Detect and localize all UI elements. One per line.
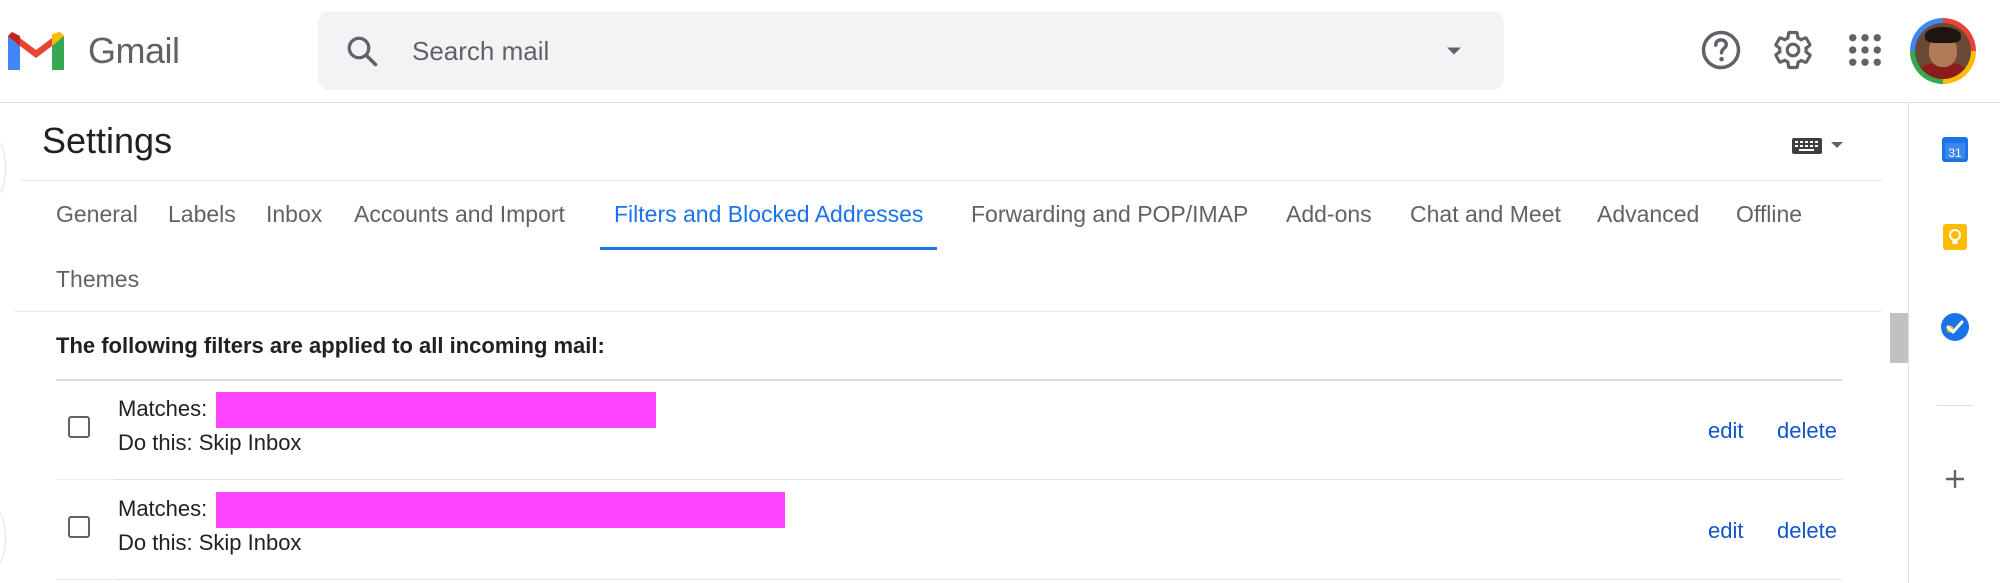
input-tools-keyboard-icon[interactable] [1790, 132, 1850, 160]
help-icon[interactable] [1700, 29, 1742, 71]
account-avatar[interactable] [1910, 18, 1976, 84]
filter-matches-label: Matches: [118, 396, 208, 421]
edit-filter-link[interactable]: edit [1708, 418, 1743, 444]
svg-text:31: 31 [1948, 146, 1962, 160]
redacted-criteria [216, 392, 656, 428]
tab-themes[interactable]: Themes [42, 249, 153, 309]
scrollbar[interactable] [1890, 313, 1908, 363]
side-panel: 31 [1908, 103, 2000, 583]
left-edge-decoration [0, 510, 6, 566]
filter-checkbox[interactable] [68, 416, 90, 438]
filters-heading: The following filters are applied to all… [56, 333, 605, 358]
tab-chat-and-meet[interactable]: Chat and Meet [1396, 184, 1575, 244]
edit-filter-link[interactable]: edit [1708, 518, 1743, 544]
gear-icon[interactable] [1772, 29, 1814, 71]
tab-labels[interactable]: Labels [154, 184, 250, 244]
add-icon[interactable] [1939, 463, 1971, 495]
filter-matches-label: Matches: [118, 496, 208, 521]
redacted-criteria [216, 492, 785, 528]
divider [116, 479, 1842, 480]
tab-general[interactable]: General [42, 184, 152, 244]
divider [56, 379, 1842, 381]
divider [14, 311, 1882, 312]
calendar-icon[interactable]: 31 [1939, 133, 1971, 165]
filter-action: Do this: Skip Inbox [118, 430, 302, 455]
filter-row: Matches: Do this: Skip Inbox edit delete [56, 482, 1842, 580]
tab-offline[interactable]: Offline [1722, 184, 1816, 244]
divider [1937, 405, 1973, 406]
settings-tabs: General Labels Inbox Accounts and Import… [42, 184, 1882, 312]
search-bar[interactable] [318, 11, 1504, 90]
avatar-photo [1915, 23, 1971, 79]
tab-accounts-and-import[interactable]: Accounts and Import [340, 184, 579, 244]
search-options-dropdown-icon[interactable] [1440, 37, 1468, 65]
tab-inbox[interactable]: Inbox [252, 184, 336, 244]
apps-grid-icon[interactable] [1844, 29, 1886, 71]
filter-checkbox[interactable] [68, 516, 90, 538]
filter-action: Do this: Skip Inbox [118, 530, 302, 555]
page-title: Settings [42, 120, 173, 161]
divider [20, 180, 1882, 181]
keep-icon[interactable] [1939, 221, 1971, 253]
tasks-icon[interactable] [1939, 311, 1971, 343]
tab-advanced[interactable]: Advanced [1583, 184, 1713, 244]
divider [116, 579, 1842, 580]
tab-forwarding-and-pop-imap[interactable]: Forwarding and POP/IMAP [957, 184, 1262, 244]
delete-filter-link[interactable]: delete [1777, 418, 1837, 444]
delete-filter-link[interactable]: delete [1777, 518, 1837, 544]
gmail-logo-icon[interactable] [4, 26, 68, 74]
search-icon[interactable] [344, 33, 380, 69]
tab-add-ons[interactable]: Add-ons [1272, 184, 1386, 244]
app-name[interactable]: Gmail [88, 30, 180, 72]
tab-filters-and-blocked-addresses[interactable]: Filters and Blocked Addresses [600, 184, 938, 250]
filter-row: Matches: Do this: Skip Inbox edit delete [56, 382, 1842, 480]
left-edge-decoration [0, 140, 6, 196]
top-bar: Gmail [0, 0, 2000, 103]
search-input[interactable] [412, 31, 1312, 71]
